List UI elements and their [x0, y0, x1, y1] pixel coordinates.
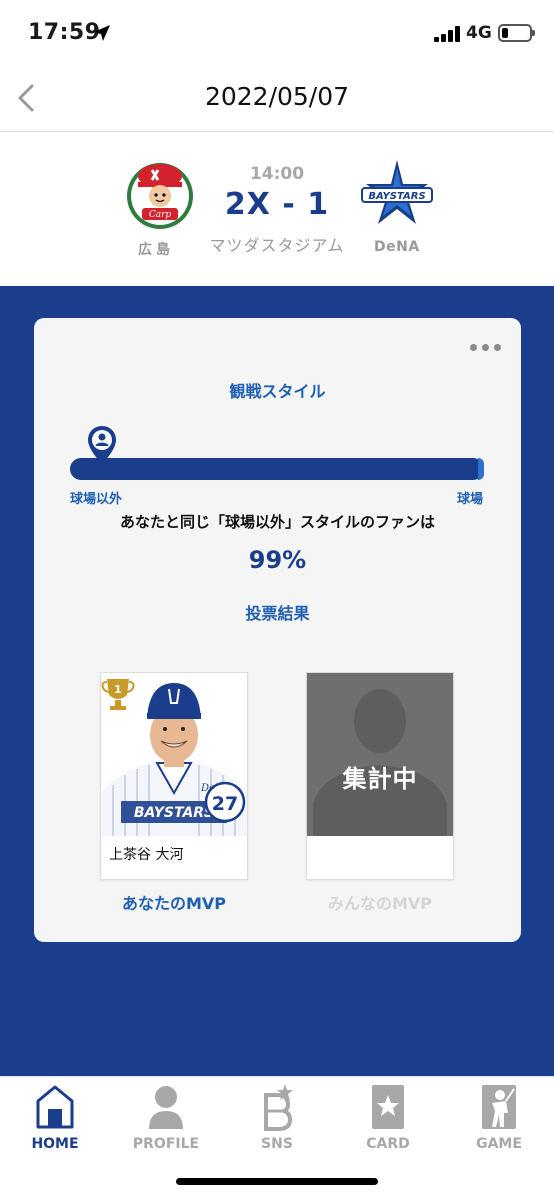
tab-profile[interactable]: PROFILE — [116, 1083, 216, 1153]
baystars-logo-text: BAYSTARS — [368, 191, 425, 202]
my-mvp-card[interactable]: BAYSTARS DeNA 1 27 上茶 — [100, 672, 248, 880]
tab-bar: HOME PROFILE SNS CARD GAME — [0, 1076, 554, 1199]
location-arrow-icon — [94, 25, 110, 41]
home-icon — [36, 1085, 74, 1129]
page-title: 2022/05/07 — [204, 82, 350, 111]
bar-label-outside: 球場以外 — [70, 492, 123, 507]
jersey-logo-text: BAYSTARS — [134, 805, 214, 821]
sns-b-icon — [264, 1084, 293, 1131]
tab-game[interactable]: GAME — [449, 1083, 549, 1153]
game-icon — [482, 1085, 516, 1129]
bar-label-stadium: 球場 — [456, 492, 483, 507]
svg-text:1: 1 — [114, 683, 122, 696]
status-time: 17:59 — [28, 20, 101, 45]
uniform-number: 27 — [212, 793, 238, 815]
same-style-percent: 99% — [248, 546, 307, 574]
more-options-icon[interactable] — [470, 344, 502, 352]
location-pin-icon — [88, 426, 116, 464]
game-start-time: 14:00 — [249, 164, 305, 184]
all-mvp-card[interactable]: 集計中 — [306, 672, 454, 880]
tab-sns[interactable]: SNS — [227, 1083, 327, 1153]
profile-icon — [149, 1086, 183, 1129]
card-icon — [372, 1085, 404, 1129]
home-indicator — [176, 1178, 378, 1185]
silhouette-placeholder — [307, 673, 453, 836]
vote-result-title: 投票結果 — [245, 604, 310, 623]
nav-header: 2022/05/07 — [0, 66, 554, 132]
scoreboard: Carp 広島 14:00 2X - 1 マツダスタジアム BAYSTARS D… — [0, 132, 554, 286]
status-bar: 17:59 4G — [0, 0, 554, 66]
baystars-logo-icon: BAYSTARS — [361, 160, 433, 224]
my-mvp-label: あなたのMVP — [121, 894, 227, 913]
network-type: 4G — [466, 23, 492, 43]
stadium-name: マツダスタジアム — [209, 236, 345, 255]
tab-card-label: CARD — [366, 1136, 410, 1152]
away-team-name: DeNA — [374, 239, 420, 255]
game-score: 2X - 1 — [224, 187, 330, 222]
game-result-card: 観戦スタイル 球場以外 球場 あなたと同じ「球場以外」スタイルのファンは 99%… — [34, 318, 521, 942]
tab-game-label: GAME — [476, 1136, 522, 1152]
tab-home[interactable]: HOME — [5, 1083, 105, 1153]
tab-sns-label: SNS — [261, 1136, 293, 1152]
all-mvp-label: みんなのMVP — [327, 894, 433, 913]
player-photo: BAYSTARS DeNA 1 27 — [101, 673, 247, 836]
watch-style-title: 観戦スタイル — [229, 382, 326, 401]
same-style-text: あなたと同じ「球場以外」スタイルのファンは — [119, 513, 435, 531]
tab-card[interactable]: CARD — [338, 1083, 438, 1153]
tab-home-label: HOME — [31, 1136, 79, 1152]
battery-icon — [498, 24, 535, 42]
tab-profile-label: PROFILE — [132, 1136, 200, 1152]
watch-style-bar — [70, 458, 484, 480]
signal-strength-icon — [434, 26, 460, 42]
player-name: 上茶谷 大河 — [109, 847, 184, 863]
aggregating-status: 集計中 — [342, 765, 418, 793]
